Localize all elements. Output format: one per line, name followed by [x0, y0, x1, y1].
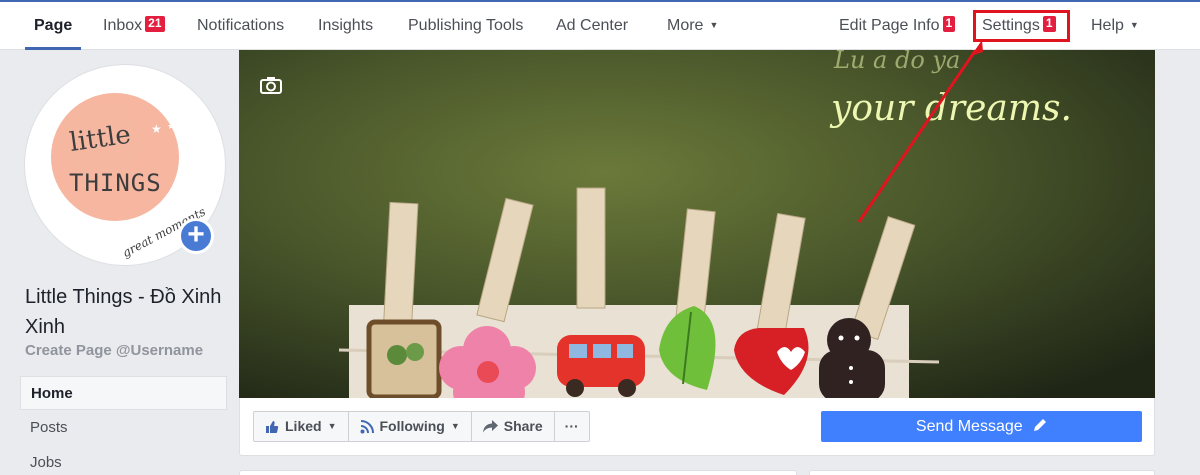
- nav-tab-inbox-label: Inbox: [103, 17, 143, 34]
- nav-tab-more[interactable]: More ▼: [667, 2, 718, 50]
- svg-text:★: ★: [151, 122, 162, 136]
- nav-help[interactable]: Help ▼: [1091, 2, 1139, 50]
- send-message-button[interactable]: Send Message: [821, 411, 1142, 442]
- cover-photo[interactable]: Lu a do ya your dreams.: [239, 50, 1155, 398]
- nav-tab-inbox[interactable]: Inbox 21: [103, 2, 165, 50]
- cover-image: Lu a do ya your dreams.: [239, 50, 1155, 398]
- rss-icon: [360, 419, 374, 434]
- caret-down-icon: ▼: [450, 421, 460, 431]
- send-message-label: Send Message: [915, 418, 1023, 435]
- page-action-bar: Liked ▼ Following ▼ Share ··· Send Messa…: [239, 398, 1155, 456]
- create-username-link[interactable]: Create Page @Username: [25, 342, 203, 359]
- svg-text:★: ★: [167, 121, 175, 131]
- liked-button[interactable]: Liked ▼: [254, 412, 349, 441]
- page-name-title: Little Things - Đồ Xinh Xinh: [25, 286, 222, 338]
- content-card-left: [239, 470, 797, 475]
- nav-edit-page-info-label: Edit Page Info: [839, 17, 940, 34]
- nav-tab-publishing-tools[interactable]: Publishing Tools: [408, 2, 523, 50]
- caret-down-icon: ▼: [327, 421, 337, 431]
- cover-overlay-text: your dreams.: [829, 88, 1072, 129]
- edit-page-info-badge: 1: [942, 16, 956, 32]
- share-button-label: Share: [503, 418, 543, 434]
- svg-text:Lu a do ya: Lu a do ya: [833, 50, 960, 74]
- add-photo-button[interactable]: +: [178, 218, 214, 254]
- sidebar-item-jobs[interactable]: Jobs: [20, 446, 227, 475]
- nav-tab-notifications[interactable]: Notifications: [197, 2, 284, 50]
- caret-down-icon: ▼: [1129, 20, 1139, 30]
- thumbs-up-icon: [265, 420, 279, 434]
- nav-tab-ad-center[interactable]: Ad Center: [556, 2, 628, 50]
- svg-text:THINGS: THINGS: [69, 169, 162, 197]
- annotation-arrow-head: [971, 40, 983, 56]
- nav-tab-page[interactable]: Page: [25, 2, 82, 50]
- nav-tab-page-label: Page: [34, 17, 73, 34]
- caret-down-icon: ▼: [709, 20, 719, 30]
- nav-tab-publishing-tools-label: Publishing Tools: [408, 17, 524, 34]
- more-dots-icon: ···: [564, 418, 579, 434]
- nav-edit-page-info[interactable]: Edit Page Info 1: [839, 2, 956, 50]
- camera-icon[interactable]: [260, 76, 282, 94]
- nav-tab-insights-label: Insights: [318, 17, 374, 34]
- liked-button-label: Liked: [285, 418, 322, 434]
- nav-tab-ad-center-label: Ad Center: [556, 17, 629, 34]
- more-actions-button[interactable]: ···: [555, 412, 589, 441]
- inbox-count-badge: 21: [145, 16, 165, 32]
- sidebar-item-posts[interactable]: Posts: [20, 411, 227, 445]
- following-button[interactable]: Following ▼: [349, 412, 472, 441]
- share-arrow-icon: [482, 420, 498, 433]
- nav-tab-more-label: More: [667, 17, 704, 34]
- nav-tab-notifications-label: Notifications: [197, 17, 285, 34]
- nav-tab-insights[interactable]: Insights: [318, 2, 373, 50]
- pencil-icon: [1034, 419, 1047, 431]
- sidebar-item-home[interactable]: Home: [20, 376, 227, 410]
- share-button[interactable]: Share: [472, 412, 555, 441]
- nav-help-label: Help: [1091, 17, 1124, 34]
- following-button-label: Following: [379, 418, 445, 434]
- content-card-right: [809, 470, 1155, 475]
- page-side-nav: Home Posts Jobs: [20, 376, 227, 475]
- page-action-buttons: Liked ▼ Following ▼ Share ···: [253, 411, 590, 442]
